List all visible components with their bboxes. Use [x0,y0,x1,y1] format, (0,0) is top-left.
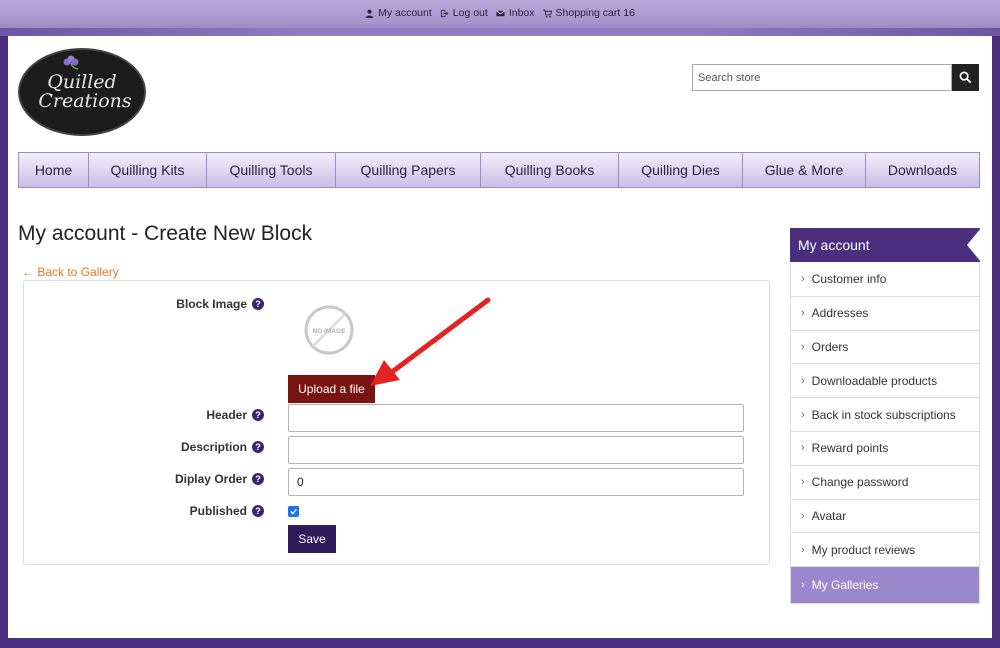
description-label: Description [180,440,247,454]
cart-icon [542,8,552,17]
display-order-label-row: Diplay Order ? [84,472,264,486]
back-to-gallery-link[interactable]: ← Back to Gallery [22,265,119,279]
nav-item-glue-more[interactable]: Glue & More [743,153,866,187]
sidebar-title: My account [790,228,981,262]
log-out-link[interactable]: Log out [440,7,488,19]
header-input[interactable] [288,404,744,432]
chevron-right-icon: › [801,408,805,421]
help-icon[interactable]: ? [252,505,264,517]
sidebar-item-label: Addresses [811,306,869,321]
inbox-label: Inbox [508,7,535,19]
search-bar [692,64,979,91]
sidebar-item-label: My Galleries [811,578,879,593]
chevron-right-icon: › [801,442,805,455]
chevron-right-icon: › [801,543,805,556]
checkmark-icon [290,508,297,515]
nav-item-home[interactable]: Home [19,153,89,187]
my-account-link[interactable]: My account [365,7,432,19]
block-image-label-row: Block Image ? [84,297,264,311]
flower-icon [63,55,79,70]
chevron-right-icon: › [801,340,805,353]
chevron-right-icon: › [801,374,805,387]
help-icon[interactable]: ? [252,298,264,310]
search-input[interactable] [692,64,952,91]
chevron-right-icon: › [801,476,805,489]
logo-text-line2: Creations [38,90,132,112]
sidebar-item-label: My product reviews [811,542,916,557]
no-image-text: NO IMAGE [313,328,347,335]
sidebar-item-label: Downloadable products [811,373,938,388]
top-links: My account Log out Inbox Shopping cart 1… [0,7,1000,19]
sidebar-item-label: Reward points [811,441,889,456]
save-button[interactable]: Save [288,525,336,553]
log-out-label: Log out [452,7,488,19]
nav-item-quilling-kits[interactable]: Quilling Kits [89,153,207,187]
sidebar-item-my-galleries[interactable]: › My Galleries [791,566,979,604]
published-checkbox[interactable] [288,506,299,517]
inbox-link[interactable]: Inbox [496,7,535,19]
sidebar-item-change-password[interactable]: › Change password [791,464,979,499]
sidebar-item-label: Orders [811,339,849,354]
header-label: Header [206,408,247,422]
account-sidebar: My account › Customer info › Addresses › Or… [790,228,981,605]
nav-item-quilling-dies[interactable]: Quilling Dies [619,153,743,187]
main-nav: Home Quilling Kits Quilling Tools Quilli… [18,152,980,188]
nav-item-downloads[interactable]: Downloads [866,153,979,187]
sidebar-item-addresses[interactable]: › Addresses [791,295,979,330]
header-label-row: Header ? [84,408,264,422]
chevron-right-icon: › [801,509,805,522]
chevron-right-icon: › [801,272,805,285]
envelope-icon [496,10,505,16]
sidebar-item-product-reviews[interactable]: › My product reviews [791,532,979,566]
sidebar-item-customer-info[interactable]: › Customer info [791,262,979,296]
sidebar-item-orders[interactable]: › Orders [791,329,979,364]
nav-item-quilling-papers[interactable]: Quilling Papers [336,153,481,187]
chevron-right-icon: › [801,307,805,320]
published-label-row: Published ? [84,504,264,518]
sidebar-item-label: Change password [811,475,909,490]
log-out-icon [440,9,449,17]
nav-item-quilling-tools[interactable]: Quilling Tools [207,153,336,187]
search-icon [959,71,972,84]
description-input[interactable] [288,436,744,464]
nav-item-quilling-books[interactable]: Quilling Books [481,153,619,187]
sidebar-item-label: Avatar [811,508,847,523]
help-icon[interactable]: ? [252,441,264,453]
search-button[interactable] [952,64,979,91]
no-image-placeholder: NO IMAGE [304,305,354,355]
sidebar-item-reward-points[interactable]: › Reward points [791,430,979,465]
shopping-cart-link[interactable]: Shopping cart 16 [542,7,635,19]
chevron-right-icon: › [801,579,805,592]
page-content: Quilled Creations Home Quilling Kits Qui… [8,36,992,638]
sidebar-item-avatar[interactable]: › Avatar [791,498,979,533]
sidebar-item-downloadable-products[interactable]: › Downloadable products [791,363,979,397]
sidebar-item-back-in-stock[interactable]: › Back in stock subscriptions [791,397,979,431]
site-logo[interactable]: Quilled Creations [18,48,146,136]
user-icon [365,9,374,18]
description-label-row: Description ? [84,440,264,454]
my-account-label: My account [378,7,432,19]
page-title: My account - Create New Block [18,222,313,245]
help-icon[interactable]: ? [252,473,264,485]
annotation-arrow [370,297,491,386]
sidebar-item-label: Customer info [811,271,887,286]
sidebar-item-label: Back in stock subscriptions [811,407,956,422]
shopping-cart-label: Shopping cart 16 [555,7,635,19]
published-label: Published [189,504,247,518]
sidebar-list: › Customer info › Addresses › Orders › Downl… [790,262,980,605]
display-order-input[interactable] [288,468,744,496]
display-order-label: Diplay Order [174,472,247,486]
block-image-label: Block Image [176,297,247,311]
help-icon[interactable]: ? [252,409,264,421]
